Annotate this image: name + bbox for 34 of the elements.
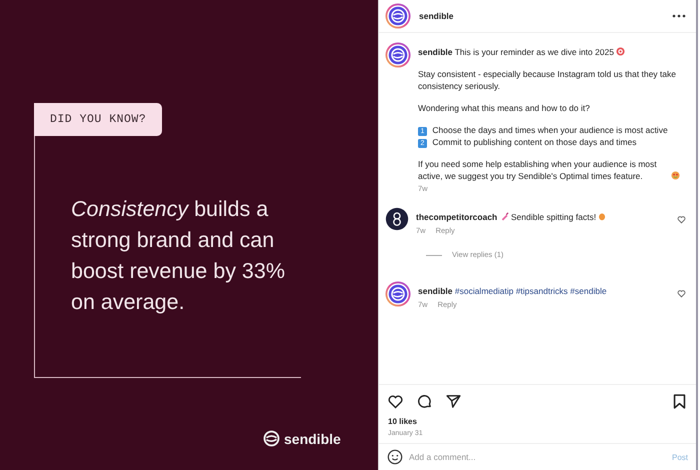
hashtag-link[interactable]: #sendible bbox=[570, 286, 607, 296]
headline: Consistency builds a strong brand and can boost revenue by 33% on average. bbox=[71, 196, 286, 316]
hashtag-link[interactable]: #tipsandtricks bbox=[516, 286, 568, 296]
logo-icon bbox=[263, 430, 280, 447]
avatar-icon[interactable] bbox=[385, 3, 411, 29]
hashtag-link[interactable]: #socialmediatip bbox=[454, 286, 514, 296]
nail-polish-icon bbox=[500, 212, 509, 221]
target-icon bbox=[616, 47, 626, 56]
send-icon[interactable] bbox=[445, 393, 462, 410]
comment-field[interactable]: Add a comment... bbox=[409, 452, 666, 462]
username-link[interactable]: sendible bbox=[418, 47, 452, 57]
fire-icon bbox=[598, 212, 606, 221]
caption-paragraph: Stay consistent - especially because Instagram told us that they take consistency seriously. bbox=[418, 68, 677, 92]
caption-text: Commit to publishing content on those days and times bbox=[432, 137, 636, 147]
username-link[interactable]: thecompetitorcoach bbox=[416, 212, 498, 222]
avatar-icon[interactable] bbox=[385, 207, 409, 231]
caption-paragraph: Wondering what this means and how to do it? bbox=[418, 102, 591, 114]
likes-count[interactable]: 10 likes bbox=[379, 410, 696, 426]
avatar-icon[interactable] bbox=[385, 42, 411, 68]
comment-text: Sendible spitting facts! bbox=[511, 212, 596, 222]
caption-text: This is your reminder as we dive into 2025 bbox=[454, 47, 614, 57]
heart-icon[interactable] bbox=[387, 393, 404, 410]
badge-label: DID YOU KNOW? bbox=[34, 103, 162, 136]
username-link[interactable]: sendible bbox=[419, 11, 454, 21]
brand-name: sendible bbox=[284, 430, 341, 446]
caption-text: Choose the days and times when your audience is most active bbox=[432, 125, 668, 135]
more-icon[interactable] bbox=[672, 14, 686, 18]
username-link[interactable]: sendible bbox=[418, 286, 452, 296]
smiley-icon bbox=[671, 171, 680, 180]
caption-paragraph: If you need some help establishing when your audience is most active, we suggest you try Sendible's Optimal times feature. bbox=[418, 158, 658, 182]
comment-icon[interactable] bbox=[416, 393, 433, 410]
smiley-icon[interactable] bbox=[387, 449, 403, 465]
avatar-icon[interactable] bbox=[385, 281, 411, 307]
bookmark-icon[interactable] bbox=[671, 393, 688, 410]
